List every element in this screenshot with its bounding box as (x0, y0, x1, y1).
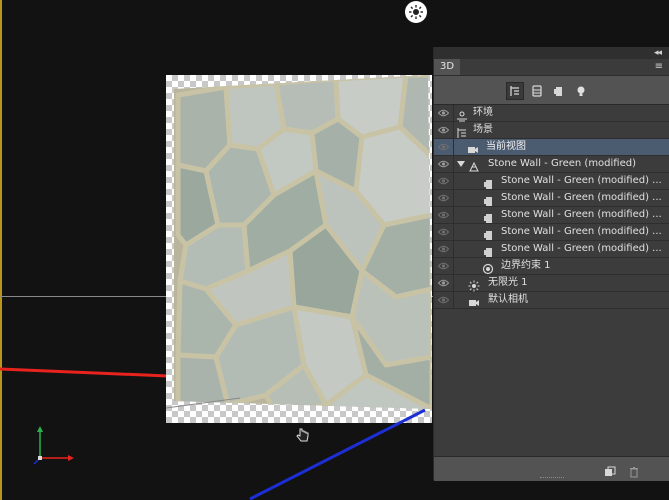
visibility-eye-icon[interactable] (434, 190, 454, 206)
layer-label: Stone Wall - Green (modified) ... (501, 209, 662, 220)
environment-icon (456, 107, 468, 122)
layer-label: Stone Wall - Green (modified) ... (501, 175, 662, 186)
visibility-eye-icon[interactable] (434, 173, 454, 189)
visibility-eye-icon[interactable] (434, 105, 454, 121)
layer-row-material[interactable]: Stone Wall - Green (modified) ... (434, 190, 669, 207)
scene-icon (456, 124, 468, 138)
3d-panel: ◂◂ 3D ≡ 环境 场景 当前视图 Stone Wall - Green (m… (433, 47, 669, 481)
panel-menu-icon[interactable]: ≡ (655, 59, 663, 75)
layer-row-environment[interactable]: 环境 (434, 105, 669, 122)
constraint-icon (482, 260, 494, 275)
visibility-eye-icon[interactable] (434, 275, 454, 291)
scene-layer-list: 环境 场景 当前视图 Stone Wall - Green (modified)… (434, 104, 669, 457)
collapse-panel-button[interactable]: ◂◂ (654, 47, 662, 59)
expand-triangle-icon[interactable] (457, 160, 465, 168)
layer-row-constraint[interactable]: 边界约束 1 (434, 258, 669, 275)
panel-resize-grip[interactable] (540, 477, 564, 481)
layer-label: 默认相机 (488, 294, 528, 305)
meshes-filter-icon[interactable] (528, 82, 546, 100)
visibility-eye-icon[interactable] (434, 224, 454, 240)
material-icon (482, 243, 494, 257)
layer-row-infinite-light[interactable]: 无限光 1 (434, 275, 669, 292)
visibility-eye-icon[interactable] (434, 156, 454, 172)
layer-label: Stone Wall - Green (modified) ... (501, 226, 662, 237)
material-icon (482, 175, 494, 189)
layer-row-default-camera[interactable]: 默认相机 (434, 292, 669, 309)
layer-row-material[interactable]: Stone Wall - Green (modified) ... (434, 207, 669, 224)
layer-row-scene[interactable]: 场景 (434, 122, 669, 139)
visibility-eye-icon[interactable] (434, 207, 454, 223)
layer-row-material[interactable]: Stone Wall - Green (modified) ... (434, 224, 669, 241)
layer-row-material[interactable]: Stone Wall - Green (modified) ... (434, 173, 669, 190)
layer-label: 环境 (473, 107, 493, 118)
panel-header: ◂◂ (434, 47, 669, 59)
mesh-icon (468, 158, 480, 172)
layer-label: Stone Wall - Green (modified) (488, 158, 637, 169)
camera-icon (468, 294, 480, 306)
layer-label: 当前视图 (486, 141, 526, 152)
layer-label: 边界约束 1 (501, 260, 551, 271)
axis-gizmo[interactable] (30, 424, 78, 466)
layer-row-material[interactable]: Stone Wall - Green (modified) ... (434, 241, 669, 258)
visibility-eye-icon[interactable] (434, 292, 454, 308)
layer-label: 场景 (473, 124, 493, 135)
layer-row-current-view[interactable]: 当前视图 (434, 139, 669, 156)
visibility-eye-icon[interactable] (434, 258, 454, 274)
materials-filter-icon[interactable] (550, 82, 568, 100)
layer-label: Stone Wall - Green (modified) ... (501, 243, 662, 254)
lights-filter-icon[interactable] (572, 82, 590, 100)
add-new-object-icon[interactable] (604, 463, 616, 476)
visibility-eye-icon[interactable] (434, 122, 454, 138)
visibility-eye-icon[interactable] (434, 139, 454, 155)
material-icon (482, 209, 494, 223)
layer-row-stone-wall-mesh[interactable]: Stone Wall - Green (modified) (434, 156, 669, 173)
tab-3d[interactable]: 3D (434, 59, 460, 75)
filter-toolbar (434, 76, 669, 104)
hand-cursor-icon (296, 428, 309, 442)
layer-label: 无限光 1 (488, 277, 528, 288)
infinite-light-icon (468, 277, 480, 292)
visibility-eye-icon[interactable] (434, 241, 454, 257)
material-icon (482, 192, 494, 206)
whole-scene-filter-icon[interactable] (506, 82, 524, 100)
camera-icon (467, 141, 479, 153)
material-icon (482, 226, 494, 240)
panel-footer (434, 456, 669, 481)
panel-tab-bar: 3D ≡ (434, 59, 669, 76)
delete-icon[interactable] (628, 463, 640, 478)
layer-label: Stone Wall - Green (modified) ... (501, 192, 662, 203)
